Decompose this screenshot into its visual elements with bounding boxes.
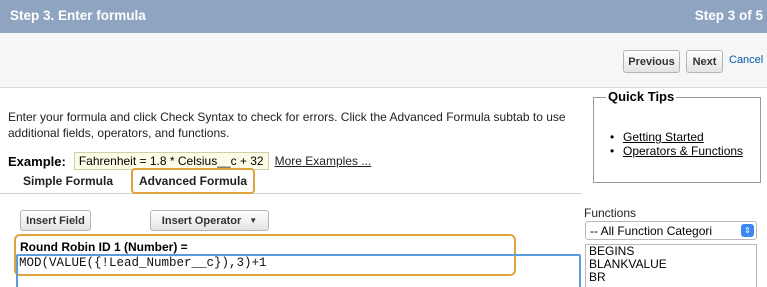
quick-tips-title: Quick Tips bbox=[606, 89, 677, 104]
formula-text[interactable]: MOD(VALUE({!Lead_Number__c}),3)+1 bbox=[19, 256, 267, 270]
caret-down-icon: ▼ bbox=[249, 216, 258, 225]
quick-tips-list: • Getting Started • Operators & Functions bbox=[610, 130, 743, 158]
formula-tabs: Simple Formula Advanced Formula bbox=[0, 168, 582, 194]
function-category-value: -- All Function Categori bbox=[590, 223, 713, 238]
next-button[interactable]: Next bbox=[686, 50, 723, 73]
function-category-select[interactable]: -- All Function Categori ⇕ bbox=[585, 221, 757, 240]
insert-field-button[interactable]: Insert Field bbox=[20, 210, 91, 231]
operators-functions-link[interactable]: Operators & Functions bbox=[623, 144, 743, 158]
insert-field-label: Insert Field bbox=[26, 214, 85, 227]
formula-label: Round Robin ID 1 (Number) = bbox=[20, 240, 188, 254]
example-label: Example: bbox=[8, 153, 66, 169]
step-indicator: Step 3 of 5 bbox=[694, 8, 763, 23]
getting-started-link[interactable]: Getting Started bbox=[623, 130, 704, 144]
list-item: • Getting Started bbox=[610, 130, 704, 144]
insert-operator-label: Insert Operator bbox=[161, 214, 242, 227]
more-examples-link[interactable]: More Examples ... bbox=[275, 154, 372, 168]
instructions-text: Enter your formula and click Check Synta… bbox=[8, 110, 566, 140]
functions-label: Functions bbox=[584, 206, 637, 220]
wizard-header: Step 3. Enter formula Step 3 of 5 bbox=[0, 0, 767, 33]
insert-operator-button[interactable]: Insert Operator ▼ bbox=[150, 210, 269, 231]
list-item: • Operators & Functions bbox=[610, 144, 744, 158]
cancel-link[interactable]: Cancel bbox=[729, 54, 763, 66]
function-item[interactable]: BLANKVALUE bbox=[586, 258, 756, 271]
previous-button[interactable]: Previous bbox=[623, 50, 680, 73]
tab-simple-formula[interactable]: Simple Formula bbox=[8, 168, 128, 194]
tab-advanced-formula[interactable]: Advanced Formula bbox=[131, 168, 255, 194]
page-title: Step 3. Enter formula bbox=[10, 8, 146, 23]
function-item[interactable]: BR bbox=[586, 271, 756, 284]
functions-list[interactable]: BEGINS BLANKVALUE BR bbox=[585, 244, 757, 287]
select-arrows-icon: ⇕ bbox=[741, 224, 754, 237]
quick-tips-panel: Quick Tips • Getting Started • Operators &… bbox=[593, 89, 761, 183]
